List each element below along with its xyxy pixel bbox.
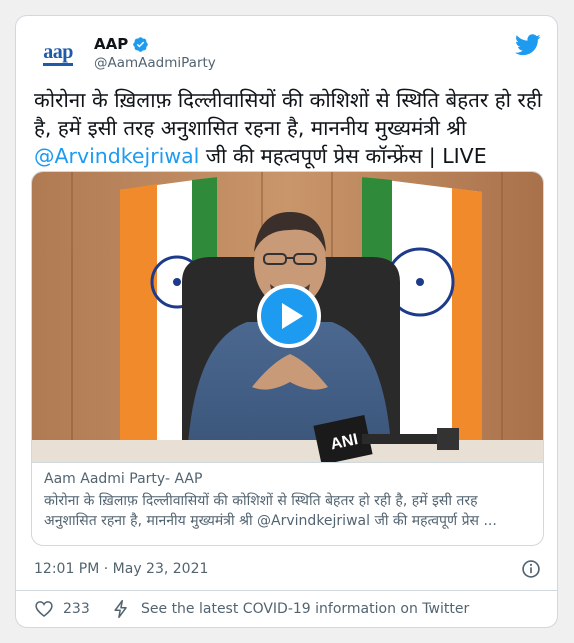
- verified-badge-icon: [133, 36, 148, 52]
- tweet-text: कोरोना के ख़िलाफ़ दिल्लीवासियों की कोशिश…: [34, 86, 544, 170]
- tweet-body: कोरोना के ख़िलाफ़ दिल्लीवासियों की कोशिश…: [34, 88, 543, 140]
- play-button[interactable]: [257, 284, 321, 348]
- tweet-body-end: जी की महत्वपूर्ण प्रेस कॉन्फ्रेंस | LIVE: [199, 144, 487, 168]
- mention-link[interactable]: @Arvindkejriwal: [34, 144, 199, 168]
- twitter-bird-icon[interactable]: [515, 34, 541, 56]
- aap-logo-underline: [43, 62, 73, 66]
- covid-info-link[interactable]: See the latest COVID-19 information on T…: [141, 599, 469, 619]
- card-source: Aam Aadmi Party- AAP: [44, 471, 203, 487]
- aap-logo-text: aap: [43, 40, 73, 63]
- author-handle[interactable]: @AamAadmiParty: [94, 54, 216, 72]
- timestamp-row: 12:01 PM · May 23, 2021: [34, 557, 541, 581]
- play-icon: [281, 303, 303, 329]
- media-card[interactable]: ANI Aam Aadmi Party- AAP कोरोना के ख़िला…: [31, 171, 544, 546]
- bolt-icon[interactable]: [111, 599, 131, 619]
- action-row: 233 See the latest COVID-19 information …: [16, 590, 557, 628]
- card-meta[interactable]: Aam Aadmi Party- AAP कोरोना के ख़िलाफ़ द…: [32, 462, 543, 545]
- tweet-header: aap AAP @AamAadmiParty: [34, 30, 541, 80]
- info-icon[interactable]: [521, 559, 541, 579]
- author-info[interactable]: AAP @AamAadmiParty: [94, 34, 216, 72]
- tweet-timestamp[interactable]: 12:01 PM · May 23, 2021: [34, 561, 208, 577]
- like-count[interactable]: 233: [63, 599, 90, 619]
- avatar[interactable]: aap: [34, 30, 82, 78]
- tweet-card: aap AAP @AamAadmiParty कोरोना के ख़िलाफ़…: [15, 15, 558, 628]
- card-description: कोरोना के ख़िलाफ़ दिल्लीवासियों की कोशिश…: [44, 493, 497, 529]
- heart-icon[interactable]: [34, 599, 54, 619]
- author-name[interactable]: AAP: [94, 34, 128, 54]
